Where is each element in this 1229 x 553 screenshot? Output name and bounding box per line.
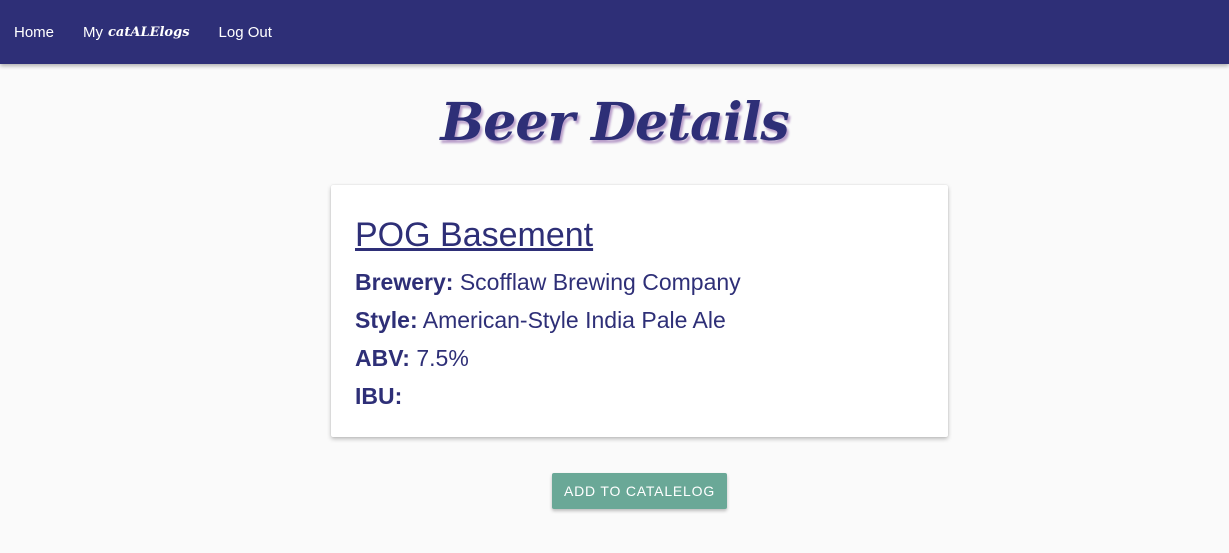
nav-logout-link[interactable]: Log Out [219,24,272,41]
abv-value: 7.5% [416,345,469,371]
nav-my-label: My [83,23,104,41]
beer-details-card: POG Basement Brewery: Scofflaw Brewing C… [331,185,948,437]
brewery-value: Scofflaw Brewing Company [459,269,741,295]
page-title: Beer Details [440,92,789,153]
ibu-label: IBU: [355,383,403,409]
abv-row: ABV: 7.5% [355,339,924,377]
nav-home-link[interactable]: Home [14,24,54,41]
nav-catalelogs-brand: catALElogs [108,24,190,40]
beer-name-link[interactable]: POG Basement [355,215,593,255]
brewery-row: Brewery: Scofflaw Brewing Company [355,263,924,301]
style-value: American-Style India Pale Ale [422,307,726,333]
top-navbar: Home My catALElogs Log Out [0,0,1229,64]
add-to-catalelog-button[interactable]: ADD TO CATALELOG [552,473,727,509]
ibu-row: IBU: [355,377,924,415]
brewery-label: Brewery: [355,269,454,295]
style-label: Style: [355,307,418,333]
nav-my-catalelogs-link[interactable]: My catALElogs [83,24,190,41]
abv-label: ABV: [355,345,410,371]
style-row: Style: American-Style India Pale Ale [355,301,924,339]
